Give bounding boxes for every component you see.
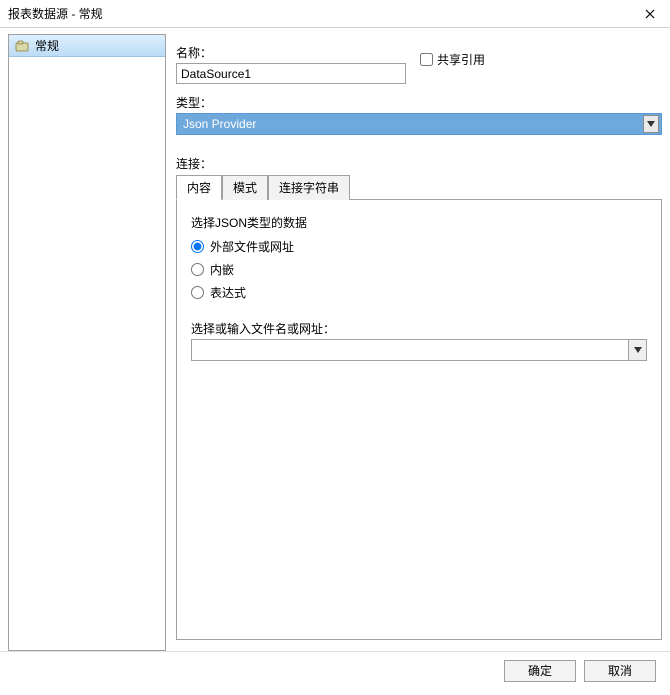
sidebar-item-label: 常规	[35, 37, 59, 54]
sidebar: 常规	[8, 34, 166, 651]
json-type-label: 选择JSON类型的数据	[191, 214, 647, 231]
tab-connstring-label: 连接字符串	[279, 181, 339, 195]
main-panel: 名称： 共享引用 类型： Json Provider 连接： 内容 模式 连接字…	[176, 34, 662, 651]
radio-external-label: 外部文件或网址	[210, 238, 294, 255]
name-label: 名称：	[176, 44, 662, 61]
ok-button[interactable]: 确定	[504, 660, 576, 682]
cancel-button[interactable]: 取消	[584, 660, 656, 682]
type-dropdown-button[interactable]	[643, 115, 659, 133]
shared-ref-checkbox[interactable]: 共享引用	[420, 51, 485, 68]
radio-expression[interactable]: 表达式	[191, 281, 647, 304]
general-icon	[15, 39, 29, 53]
file-combo-dropdown[interactable]	[628, 340, 646, 360]
type-select[interactable]: Json Provider	[176, 113, 662, 135]
chevron-down-icon	[634, 347, 642, 353]
chevron-down-icon	[647, 121, 655, 127]
tab-schema[interactable]: 模式	[222, 175, 268, 200]
tab-connstring[interactable]: 连接字符串	[268, 175, 350, 200]
radio-embedded-label: 内嵌	[210, 261, 234, 278]
dialog-body: 常规 名称： 共享引用 类型： Json Provider 连接： 内容 模式 …	[0, 28, 670, 651]
titlebar: 报表数据源 - 常规	[0, 0, 670, 28]
close-button[interactable]	[630, 0, 670, 28]
radio-embedded[interactable]: 内嵌	[191, 258, 647, 281]
tab-schema-label: 模式	[233, 181, 257, 195]
window-title: 报表数据源 - 常规	[8, 5, 103, 22]
type-value: Json Provider	[183, 117, 256, 131]
name-input[interactable]	[176, 63, 406, 84]
type-label: 类型：	[176, 94, 662, 111]
connection-tabs: 内容 模式 连接字符串	[176, 174, 662, 200]
shared-ref-checkbox-input[interactable]	[420, 53, 433, 66]
connection-label: 连接：	[176, 155, 662, 172]
tab-panel-content: 选择JSON类型的数据 外部文件或网址 内嵌 表达式 选择或输入文件名或网址：	[176, 200, 662, 640]
radio-external[interactable]: 外部文件或网址	[191, 235, 647, 258]
file-combo-text[interactable]	[192, 340, 628, 360]
close-icon	[645, 9, 655, 19]
shared-ref-label: 共享引用	[437, 51, 485, 68]
dialog-footer: 确定 取消	[0, 651, 670, 689]
radio-expression-input[interactable]	[191, 286, 204, 299]
radio-embedded-input[interactable]	[191, 263, 204, 276]
radio-external-input[interactable]	[191, 240, 204, 253]
json-type-radio-group: 外部文件或网址 内嵌 表达式	[191, 235, 647, 304]
tab-content[interactable]: 内容	[176, 175, 222, 200]
radio-expression-label: 表达式	[210, 284, 246, 301]
file-label: 选择或输入文件名或网址：	[191, 320, 647, 337]
file-combo[interactable]	[191, 339, 647, 361]
sidebar-item-general[interactable]: 常规	[9, 35, 165, 57]
tab-content-label: 内容	[187, 181, 211, 195]
